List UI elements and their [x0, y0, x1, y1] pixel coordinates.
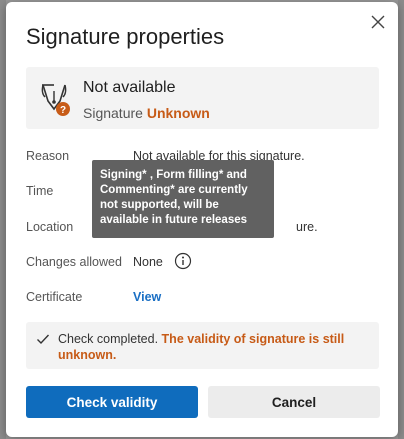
- certificate-view-link[interactable]: View: [133, 290, 161, 304]
- cancel-button[interactable]: Cancel: [208, 386, 380, 418]
- info-icon[interactable]: [174, 252, 192, 270]
- dialog-title: Signature properties: [26, 24, 225, 49]
- reason-label: Reason: [26, 149, 70, 163]
- changes-allowed-value: None: [133, 255, 163, 269]
- status-subtitle-value: Unknown: [146, 105, 210, 121]
- status-subtitle-prefix: Signature: [83, 105, 143, 121]
- location-label: Location: [26, 220, 74, 234]
- signature-status-card: ? Not available Signature Unknown: [26, 67, 379, 129]
- svg-text:?: ?: [60, 105, 66, 116]
- close-button[interactable]: [364, 8, 392, 36]
- certificate-label: Certificate: [26, 290, 83, 304]
- unsupported-features-tooltip: Signing* , Form filling* and Commenting*…: [92, 160, 274, 238]
- close-icon: [371, 15, 385, 29]
- checkmark-icon: [37, 334, 50, 345]
- check-result-text: Check completed. The validity of signatu…: [58, 331, 368, 363]
- status-title: Not available: [83, 79, 176, 96]
- pen-nib-icon: ?: [41, 84, 70, 116]
- time-label: Time: [26, 184, 54, 198]
- changes-allowed-label: Changes allowed: [26, 255, 122, 269]
- signature-properties-dialog: Signature properties ? Not available Sig…: [6, 2, 398, 437]
- check-validity-button[interactable]: Check validity: [26, 386, 198, 418]
- status-subtitle: Signature Unknown: [83, 105, 210, 121]
- background-document-edge-right: [398, 0, 404, 439]
- check-completed-text: Check completed.: [58, 332, 159, 346]
- check-result-panel: Check completed. The validity of signatu…: [26, 322, 379, 369]
- location-value: ure.: [296, 220, 318, 234]
